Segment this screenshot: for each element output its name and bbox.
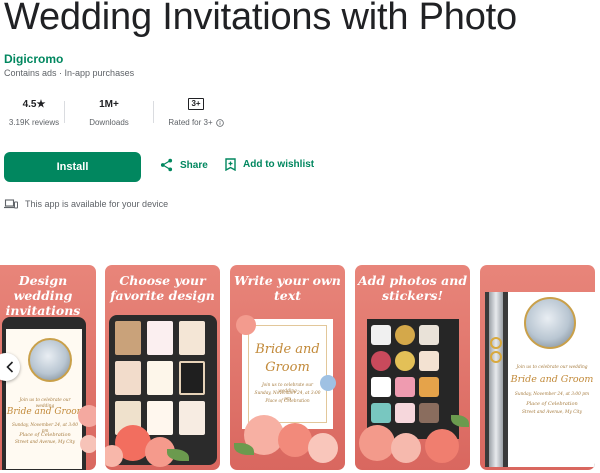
rating-value: 4.5★	[22, 98, 46, 110]
sticker	[419, 403, 439, 423]
invite-address: Street and Avenue, My City	[521, 410, 583, 415]
wishlist-button[interactable]: Add to wishlist	[225, 158, 314, 171]
invite-names: Bride and Groom	[6, 407, 86, 417]
screenshot-5[interactable]: Join us to celebrate our wedding Bride a…	[480, 265, 595, 470]
template-thumbnail	[179, 361, 205, 395]
gold-ring-icon	[490, 351, 502, 363]
screenshot-2[interactable]: Choose your favorite design	[105, 265, 220, 470]
screenshot-3[interactable]: Write your own text Bride and Groom Join…	[230, 265, 345, 470]
template-thumbnail	[147, 321, 173, 355]
downloads-stat: 1M+ Downloads	[65, 97, 153, 128]
invite-place: Place of Celebration	[19, 432, 71, 438]
chevron-left-icon	[6, 361, 14, 373]
sticker	[419, 325, 439, 345]
screenshot-carousel: Design wedding invitations Join us to ce…	[0, 265, 600, 473]
invite-line: Join us to celebrate our wedding	[516, 365, 588, 370]
availability-note: This app is available for your device	[4, 199, 168, 209]
sticker	[371, 377, 391, 397]
sticker	[371, 325, 391, 345]
template-thumbnail	[115, 361, 141, 395]
invite-date: Sunday, November 24, at 3:00 pm	[514, 392, 590, 397]
invite-names: Bride and Groom	[510, 374, 594, 385]
share-button[interactable]: Share	[160, 158, 208, 172]
flower-decoration	[391, 433, 421, 463]
screenshot-caption: Choose your favorite design	[110, 273, 215, 303]
developer-link[interactable]: Digicromo	[4, 52, 63, 66]
sticker	[371, 403, 391, 423]
laptop-phone-icon	[4, 199, 18, 209]
reviews-count: 3.19K reviews	[8, 118, 60, 127]
gold-ring-icon	[490, 337, 502, 349]
sticker	[395, 377, 415, 397]
sticker	[419, 377, 439, 397]
couple-photo	[524, 297, 576, 349]
flower-decoration	[278, 423, 312, 457]
stats-row: 4.5★ 3.19K reviews 1M+ Downloads 3+ Rate…	[4, 97, 238, 131]
invite-address: Street and Avenue, My City	[14, 440, 76, 445]
invite-place: Place of Celebration	[526, 401, 578, 407]
bookmark-add-icon	[225, 158, 236, 171]
wishlist-label: Add to wishlist	[243, 159, 315, 170]
screenshot-caption: Design wedding invitations	[5, 273, 81, 318]
app-title: Wedding Invitations with Photo	[4, 0, 517, 38]
availability-text: This app is available for your device	[25, 199, 169, 209]
invite-names: Bride and Groom	[255, 342, 320, 375]
flower-decoration	[308, 433, 338, 463]
flower-decoration	[80, 435, 96, 453]
content-rating-label: Rated for 3+	[168, 118, 213, 127]
content-rating-badge: 3+	[188, 98, 204, 110]
sticker	[395, 351, 415, 371]
install-button[interactable]: Install	[4, 152, 141, 182]
flower-decoration	[236, 315, 256, 335]
ribbon	[489, 292, 503, 467]
template-thumbnail	[179, 321, 205, 355]
flower-decoration	[78, 405, 96, 427]
flower-decoration	[359, 425, 395, 461]
sticker	[371, 351, 391, 371]
template-thumbnail	[179, 401, 205, 435]
monetization-notes: Contains ads · In-app purchases	[4, 68, 135, 78]
flower-decoration	[425, 429, 459, 463]
screenshot-caption: Add photos and stickers!	[357, 273, 468, 303]
share-icon	[160, 158, 173, 172]
downloads-value: 1M+	[99, 98, 119, 110]
info-icon[interactable]	[215, 118, 224, 127]
share-label: Share	[180, 159, 208, 171]
screenshot-caption: Write your own text	[234, 273, 341, 303]
flower-decoration	[320, 375, 336, 391]
template-thumbnail	[147, 401, 173, 435]
screenshot-4[interactable]: Add photos and stickers!	[355, 265, 470, 470]
sticker	[395, 403, 415, 423]
content-rating-stat[interactable]: 3+ Rated for 3+	[154, 97, 238, 127]
couple-photo	[28, 338, 72, 382]
sticker	[395, 325, 415, 345]
rating-stat[interactable]: 4.5★ 3.19K reviews	[4, 97, 64, 128]
template-thumbnail	[115, 321, 141, 355]
invite-place: Place of Celebration	[265, 399, 310, 404]
downloads-label: Downloads	[89, 118, 129, 127]
sticker	[419, 351, 439, 371]
template-thumbnail	[147, 361, 173, 395]
